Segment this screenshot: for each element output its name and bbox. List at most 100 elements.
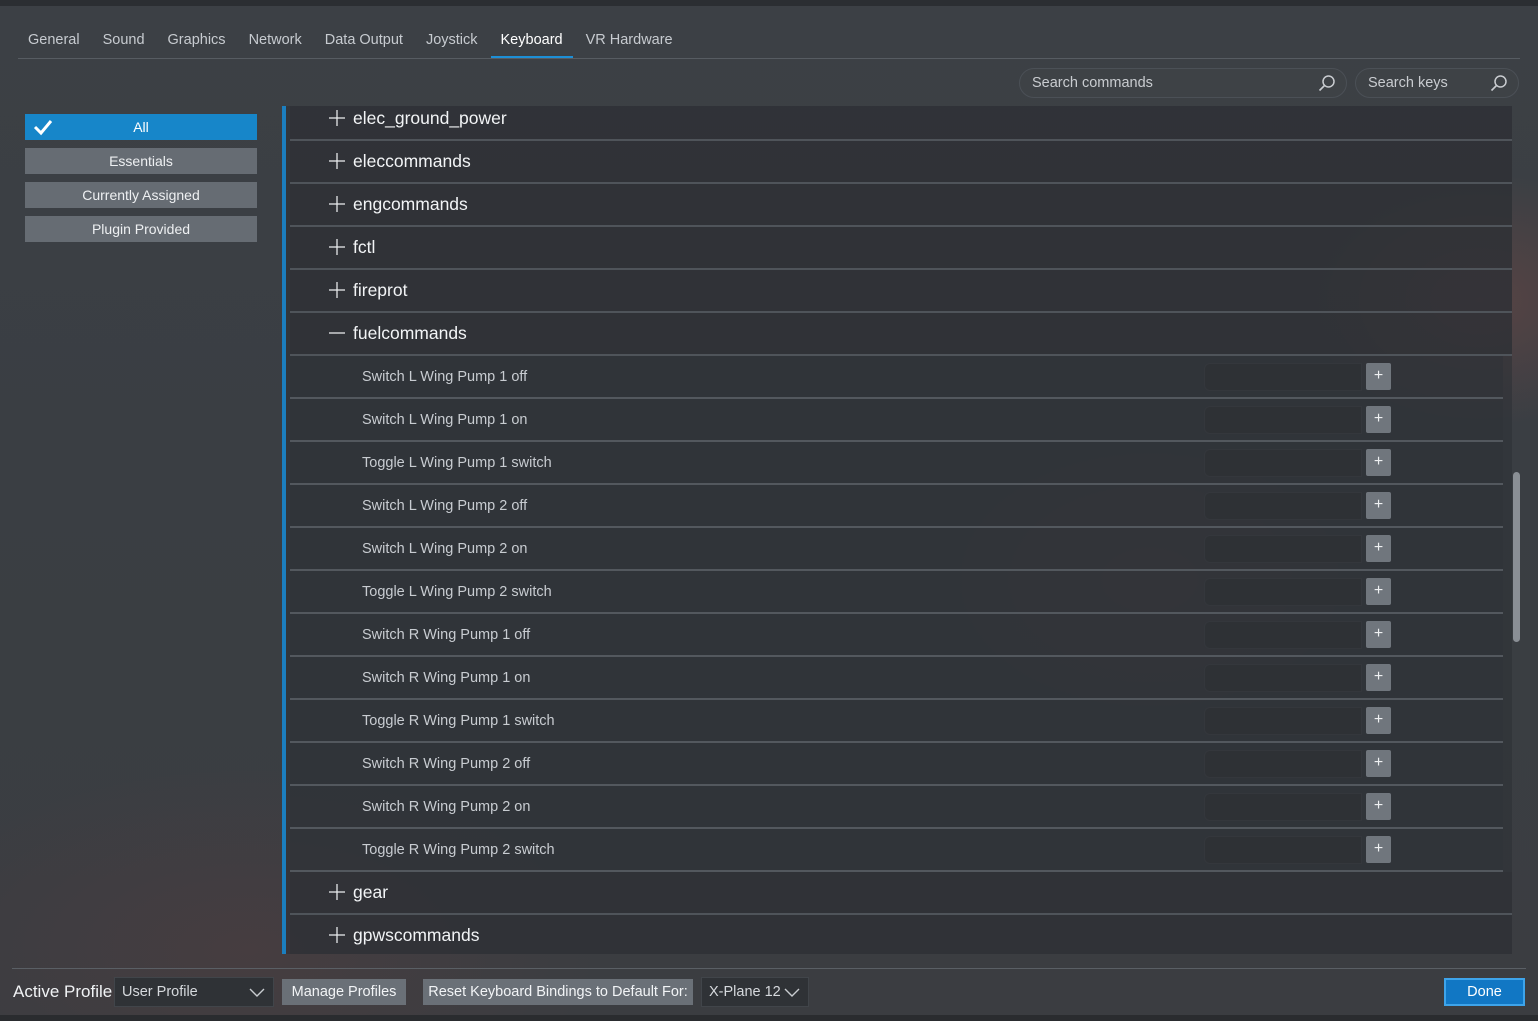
add-binding-button[interactable]: + — [1366, 406, 1391, 433]
reset-target-select[interactable]: X-Plane 12 — [701, 977, 809, 1007]
command-label: Switch L Wing Pump 2 on — [362, 541, 528, 557]
add-binding-button[interactable]: + — [1366, 492, 1391, 519]
add-binding-button[interactable]: + — [1366, 793, 1391, 820]
command-label: Switch R Wing Pump 2 on — [362, 799, 531, 815]
filter-essentials-button[interactable]: Essentials — [25, 148, 257, 174]
group-name: engcommands — [353, 194, 468, 214]
key-binding-field[interactable] — [1204, 406, 1362, 434]
key-binding-field[interactable] — [1204, 621, 1362, 649]
command-label: Switch R Wing Pump 1 on — [362, 670, 531, 686]
profile-select-value: User Profile — [122, 984, 198, 1000]
tab-general[interactable]: General — [18, 22, 90, 58]
done-button[interactable]: Done — [1444, 978, 1525, 1006]
active-profile-label: Active Profile — [13, 982, 113, 1001]
tab-network[interactable]: Network — [239, 22, 312, 58]
command-row: Switch L Wing Pump 2 off + — [290, 485, 1503, 528]
key-binding-field[interactable] — [1204, 492, 1362, 520]
add-binding-button[interactable]: + — [1366, 750, 1391, 777]
tab-vr-hardware[interactable]: VR Hardware — [576, 22, 683, 58]
group-row[interactable]: eleccommands — [290, 141, 1512, 184]
filter-label: Essentials — [109, 153, 173, 169]
plus-icon[interactable] — [328, 883, 346, 901]
search-keys-input[interactable] — [1368, 75, 1488, 91]
command-label: Toggle L Wing Pump 2 switch — [362, 584, 552, 600]
key-binding-field[interactable] — [1204, 793, 1362, 821]
command-row: Toggle R Wing Pump 2 switch + — [290, 829, 1503, 872]
reset-bindings-button[interactable]: Reset Keyboard Bindings to Default For: — [423, 979, 693, 1005]
add-binding-button[interactable]: + — [1366, 621, 1391, 648]
tab-data-output[interactable]: Data Output — [315, 22, 413, 58]
command-list[interactable]: elec_ground_power eleccommands engcomman… — [282, 106, 1512, 954]
filter-all-button[interactable]: All — [25, 114, 257, 140]
plus-icon[interactable] — [328, 109, 346, 127]
profile-select[interactable]: User Profile — [114, 977, 274, 1007]
manage-profiles-button[interactable]: Manage Profiles — [282, 979, 406, 1005]
command-row: Switch L Wing Pump 1 off + — [290, 356, 1503, 399]
group-name: elec_ground_power — [353, 108, 507, 128]
command-label: Switch L Wing Pump 2 off — [362, 498, 528, 514]
key-binding-field[interactable] — [1204, 750, 1362, 778]
key-binding-field[interactable] — [1204, 836, 1362, 864]
search-commands-input[interactable] — [1032, 75, 1316, 91]
search-keys-box — [1355, 68, 1519, 98]
command-row: Switch R Wing Pump 1 off + — [290, 614, 1503, 657]
command-label: Toggle L Wing Pump 1 switch — [362, 455, 552, 471]
add-binding-button[interactable]: + — [1366, 707, 1391, 734]
group-row[interactable]: gear — [290, 872, 1512, 915]
plus-icon[interactable] — [328, 281, 346, 299]
key-binding-field[interactable] — [1204, 535, 1362, 563]
group-row[interactable]: fireprot — [290, 270, 1512, 313]
key-binding-field[interactable] — [1204, 578, 1362, 606]
group-row[interactable]: elec_ground_power — [290, 106, 1512, 141]
command-row: Toggle R Wing Pump 1 switch + — [290, 700, 1503, 743]
tab-joystick[interactable]: Joystick — [416, 22, 488, 58]
bottom-divider — [12, 968, 1526, 969]
filter-label: All — [133, 119, 149, 135]
plus-icon[interactable] — [328, 926, 346, 944]
command-row: Switch L Wing Pump 2 on + — [290, 528, 1503, 571]
window-bottom-edge — [0, 1015, 1538, 1021]
search-icon[interactable] — [1316, 72, 1338, 94]
filter-list: All Essentials Currently Assigned Plugin… — [25, 114, 257, 250]
plus-icon[interactable] — [328, 152, 346, 170]
group-name: fuelcommands — [353, 323, 467, 343]
command-label: Toggle R Wing Pump 1 switch — [362, 713, 555, 729]
command-label: Switch L Wing Pump 1 off — [362, 369, 528, 385]
tab-sound[interactable]: Sound — [93, 22, 155, 58]
add-binding-button[interactable]: + — [1366, 664, 1391, 691]
add-binding-button[interactable]: + — [1366, 578, 1391, 605]
filter-currently-assigned-button[interactable]: Currently Assigned — [25, 182, 257, 208]
command-label: Switch L Wing Pump 1 on — [362, 412, 528, 428]
tab-keyboard[interactable]: Keyboard — [490, 22, 573, 59]
plus-icon[interactable] — [328, 195, 346, 213]
search-commands-box — [1019, 68, 1347, 98]
key-binding-field[interactable] — [1204, 664, 1362, 692]
filter-plugin-provided-button[interactable]: Plugin Provided — [25, 216, 257, 242]
key-binding-field[interactable] — [1204, 449, 1362, 477]
group-name: fctl — [353, 237, 376, 257]
group-name: gpwscommands — [353, 925, 480, 945]
command-row: Switch R Wing Pump 2 off + — [290, 743, 1503, 786]
tab-graphics[interactable]: Graphics — [158, 22, 236, 58]
key-binding-field[interactable] — [1204, 363, 1362, 391]
filter-label: Currently Assigned — [82, 187, 200, 203]
group-row[interactable]: engcommands — [290, 184, 1512, 227]
minus-icon[interactable] — [328, 324, 346, 342]
key-binding-field[interactable] — [1204, 707, 1362, 735]
search-icon[interactable] — [1488, 72, 1510, 94]
reset-target-value: X-Plane 12 — [709, 984, 781, 1000]
plus-icon[interactable] — [328, 238, 346, 256]
chevron-down-icon — [784, 988, 800, 997]
add-binding-button[interactable]: + — [1366, 535, 1391, 562]
tabs-divider — [18, 58, 1520, 59]
list-scrollbar[interactable] — [1513, 472, 1520, 642]
command-label: Switch R Wing Pump 2 off — [362, 756, 531, 772]
command-row: Switch R Wing Pump 2 on + — [290, 786, 1503, 829]
group-row-expanded[interactable]: fuelcommands — [290, 313, 1512, 356]
add-binding-button[interactable]: + — [1366, 363, 1391, 390]
add-binding-button[interactable]: + — [1366, 449, 1391, 476]
group-name: fireprot — [353, 280, 408, 300]
group-row[interactable]: gpwscommands — [290, 915, 1512, 954]
add-binding-button[interactable]: + — [1366, 836, 1391, 863]
group-row[interactable]: fctl — [290, 227, 1512, 270]
